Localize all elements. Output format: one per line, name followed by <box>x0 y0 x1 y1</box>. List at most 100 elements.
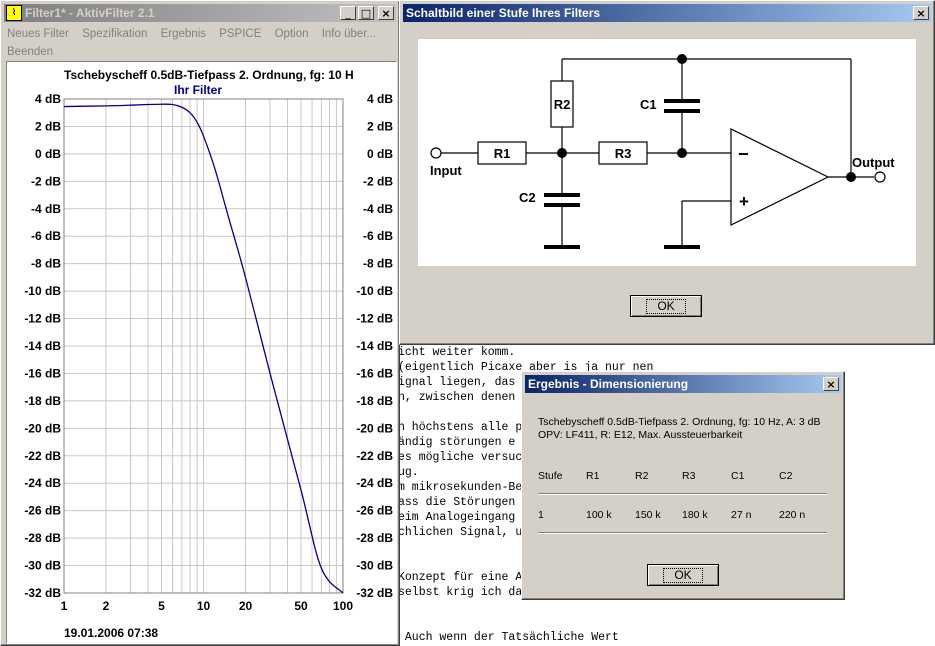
menu-bar: Neues Filter Spezifikation Ergebnis PSPI… <box>7 25 393 61</box>
y-tick-label-left: -22 dB <box>24 449 61 463</box>
minimize-button[interactable]: _ <box>340 6 356 20</box>
y-tick-label-right: 0 dB <box>367 147 393 161</box>
label-plus: + <box>739 192 749 211</box>
schematic-canvas: R1 R3 R2 C1 C2 Input Output − + <box>418 39 916 266</box>
table-row: 1 100 k 150 k 180 k 27 n 220 n <box>538 509 828 523</box>
x-tick-label: 5 <box>158 599 165 613</box>
header-c2: C2 <box>779 470 793 482</box>
schematic-ok-label: OK <box>646 298 686 314</box>
output-terminal <box>874 171 886 183</box>
y-tick-label-right: -22 dB <box>356 449 393 463</box>
schematic-window-title: Schaltbild einer Stufe Ihres Filters <box>406 6 601 20</box>
label-input: Input <box>430 163 462 178</box>
header-r3: R3 <box>682 470 696 482</box>
y-tick-label-right: -4 dB <box>363 202 393 216</box>
schematic-close-button[interactable]: × <box>913 6 929 20</box>
result-content: Tschebyscheff 0.5dB-Tiefpass 2. Ordnung,… <box>538 416 838 534</box>
result-opv-line: OPV: LF411, R: E12, Max. Aussteuerbarkei… <box>538 429 743 441</box>
header-stufe: Stufe <box>538 470 563 482</box>
label-r3: R3 <box>615 146 632 161</box>
y-tick-label-left: 0 dB <box>35 147 61 161</box>
y-tick-label-left: -2 dB <box>31 174 61 188</box>
y-tick-label-right: 4 dB <box>367 92 393 106</box>
y-tick-label-left: -30 dB <box>24 559 61 573</box>
x-tick-label: 20 <box>239 599 253 613</box>
result-dialog-titlebar[interactable]: Ergebnis - Dimensionierung × <box>525 375 841 393</box>
menu-info[interactable]: Info über... <box>322 25 376 43</box>
editor-line: icht weiter komm. <box>398 346 516 359</box>
table-divider-bottom <box>538 532 827 534</box>
menu-neues-filter[interactable]: Neues Filter <box>7 25 69 43</box>
menu-option[interactable]: Option <box>275 25 309 43</box>
header-c1: C1 <box>731 470 745 482</box>
menu-pspice[interactable]: PSPICE <box>219 25 261 43</box>
schematic-window: Schaltbild einer Stufe Ihres Filters × R… <box>399 0 935 345</box>
editor-line: Auch wenn der Tatsächliche Wert <box>398 631 619 644</box>
result-ok-label: OK <box>663 567 703 583</box>
y-tick-label-left: -6 dB <box>31 229 61 243</box>
y-tick-label-left: -10 dB <box>24 284 61 298</box>
label-output: Output <box>852 155 895 170</box>
y-tick-label-right: -14 dB <box>356 339 393 353</box>
result-table-header: Stufe R1 R2 R3 C1 C2 <box>538 470 828 484</box>
schematic-window-titlebar[interactable]: Schaltbild einer Stufe Ihres Filters × <box>403 4 931 22</box>
y-tick-label-left: -32 dB <box>24 586 61 600</box>
y-tick-label-right: -6 dB <box>363 229 393 243</box>
label-c1: C1 <box>640 97 657 112</box>
cell-r1: 100 k <box>586 509 612 521</box>
table-divider-top <box>538 493 827 495</box>
chart-panel: Tschebyscheff 0.5dB-Tiefpass 2. Ordnung,… <box>6 61 397 644</box>
y-tick-label-left: -16 dB <box>24 366 61 380</box>
label-r2: R2 <box>554 97 571 112</box>
header-r1: R1 <box>586 470 600 482</box>
label-r1: R1 <box>494 146 511 161</box>
result-dialog: Ergebnis - Dimensionierung × Tschebysche… <box>521 371 845 600</box>
y-tick-label-left: -12 dB <box>24 312 61 326</box>
maximize-button[interactable]: □ <box>358 6 374 20</box>
circuit-diagram: R1 R3 R2 C1 C2 Input Output − + <box>430 54 895 249</box>
cell-stufe: 1 <box>538 509 544 521</box>
y-tick-label-left: 4 dB <box>35 92 61 106</box>
y-tick-label-right: -8 dB <box>363 257 393 271</box>
y-tick-label-left: -18 dB <box>24 394 61 408</box>
y-tick-label-left: -14 dB <box>24 339 61 353</box>
y-tick-label-right: -10 dB <box>356 284 393 298</box>
schematic-ok-button[interactable]: OK <box>630 295 702 317</box>
y-tick-label-left: -28 dB <box>24 531 61 545</box>
chart-timestamp: 19.01.2006 07:38 <box>64 626 158 640</box>
result-dialog-title: Ergebnis - Dimensionierung <box>528 377 689 391</box>
chart-title: Tschebyscheff 0.5dB-Tiefpass 2. Ordnung,… <box>64 68 354 82</box>
close-button[interactable]: × <box>378 6 394 20</box>
y-tick-label-left: 2 dB <box>35 119 61 133</box>
main-window-titlebar[interactable]: ⌇ Filter1* - AktivFilter 2.1 _ □ × <box>4 4 396 22</box>
x-tick-label: 1 <box>61 599 68 613</box>
result-close-button[interactable]: × <box>823 377 839 391</box>
input-terminal <box>430 147 442 159</box>
cell-c1: 27 n <box>731 509 752 521</box>
chart-legend: Ihr Filter <box>174 83 222 97</box>
menu-ergebnis[interactable]: Ergebnis <box>161 25 206 43</box>
menu-spezifikation[interactable]: Spezifikation <box>82 25 147 43</box>
y-tick-label-right: -32 dB <box>356 586 393 600</box>
main-window-title: Filter1* - AktivFilter 2.1 <box>25 6 155 20</box>
y-tick-label-right: -2 dB <box>363 174 393 188</box>
y-tick-label-left: -4 dB <box>31 202 61 216</box>
y-tick-label-left: -20 dB <box>24 421 61 435</box>
y-tick-label-right: -26 dB <box>356 504 393 518</box>
y-tick-label-right: -16 dB <box>356 366 393 380</box>
main-window: ⌇ Filter1* - AktivFilter 2.1 _ □ × Neues… <box>0 0 400 646</box>
label-minus: − <box>738 144 749 164</box>
y-tick-label-right: 2 dB <box>367 119 393 133</box>
y-tick-label-left: -24 dB <box>24 476 61 490</box>
y-tick-label-right: -24 dB <box>356 476 393 490</box>
y-tick-label-right: -20 dB <box>356 421 393 435</box>
result-ok-button[interactable]: OK <box>647 564 719 586</box>
frequency-response-chart: Tschebyscheff 0.5dB-Tiefpass 2. Ordnung,… <box>24 68 393 640</box>
y-tick-label-right: -12 dB <box>356 312 393 326</box>
menu-beenden[interactable]: Beenden <box>7 43 53 61</box>
y-tick-label-left: -26 dB <box>24 504 61 518</box>
cell-r3: 180 k <box>682 509 708 521</box>
result-spec-line: Tschebyscheff 0.5dB-Tiefpass 2. Ordnung,… <box>538 416 821 428</box>
